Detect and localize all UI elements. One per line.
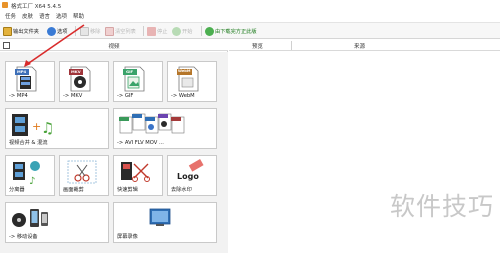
svg-text:+: + <box>32 120 41 133</box>
tile-to-mp4[interactable]: MP4 -> MP4 <box>5 61 55 102</box>
tile-crop[interactable]: 画面裁剪 <box>59 155 109 196</box>
menu-skin[interactable]: 皮肤 <box>22 12 33 20</box>
tile-video-merge[interactable]: + ♫ 视频合并 & 混流 <box>5 108 109 149</box>
toolbar-separator <box>201 26 202 36</box>
tile-label: -> MP4 <box>9 93 28 99</box>
tile-label: 画面裁剪 <box>63 187 84 193</box>
tile-label: 去除水印 <box>171 187 192 193</box>
panel-header: 视频 <box>0 40 228 51</box>
tile-label: 视频合并 & 混流 <box>9 140 48 146</box>
tile-label: 屏幕录像 <box>117 234 138 240</box>
panel-title: 视频 <box>108 44 120 50</box>
svg-text:♪: ♪ <box>29 176 35 187</box>
start-button[interactable]: 开始 <box>172 25 192 37</box>
menu-options[interactable]: 选项 <box>56 12 67 20</box>
clear-list-icon <box>105 26 114 36</box>
format-badge: MKV <box>71 69 81 74</box>
remove-button[interactable]: 移除 <box>80 25 100 37</box>
options-button[interactable]: 选项 <box>47 25 67 37</box>
function-grid: MP4 -> MP4 MKV -> MKV GIF -> GIF WebM ->… <box>0 52 228 253</box>
watermark-text: 软件技巧 <box>389 192 494 221</box>
tile-label: -> 移动设备 <box>9 234 38 240</box>
tile-label: 快速剪辑 <box>117 187 138 193</box>
tile-to-mkv[interactable]: MKV -> MKV <box>59 61 109 102</box>
column-source[interactable]: 来源 <box>354 42 365 50</box>
format-badge: WebM <box>178 69 191 73</box>
column-preview[interactable]: 预览 <box>252 42 263 50</box>
menu-help[interactable]: 帮助 <box>73 12 84 20</box>
format-badge: MP4 <box>17 69 27 74</box>
tile-to-webm[interactable]: WebM -> WebM <box>167 61 217 102</box>
output-folder-button[interactable]: 输出文件夹 <box>3 25 39 37</box>
title-bar: 格式工厂 X64 5.4.5 <box>0 0 500 11</box>
tile-label: -> GIF <box>117 93 134 99</box>
tile-label: -> AVI FLV MOV ... <box>117 140 164 146</box>
menu-language[interactable]: 语言 <box>39 12 50 20</box>
tile-remove-watermark[interactable]: Logo 去除水印 <box>167 155 217 196</box>
tile-to-gif[interactable]: GIF -> GIF <box>113 61 163 102</box>
toolbar-separator <box>75 26 76 36</box>
file-list-header: 预览 来源 <box>229 40 500 51</box>
play-icon <box>172 26 181 36</box>
app-logo-icon <box>2 2 8 8</box>
folder-icon <box>3 26 12 36</box>
toolbar: 输出文件夹 选项 移除 清空列表 停止 开始 由下载完方正此版 <box>0 22 500 39</box>
format-badge: GIF <box>126 69 134 74</box>
tile-to-avi-flv-mov[interactable]: -> AVI FLV MOV ... <box>113 108 217 149</box>
power-icon <box>205 26 214 36</box>
column-divider[interactable] <box>291 41 292 50</box>
auto-shutdown-button[interactable]: 由下载完方正此版 <box>205 25 257 37</box>
tile-label: -> WebM <box>171 93 195 99</box>
stop-button[interactable]: 停止 <box>147 25 167 37</box>
svg-text:♫: ♫ <box>41 119 54 137</box>
function-panel: 视频 MP4 -> MP4 MKV -> MKV GIF -> GIF WebM… <box>0 40 228 253</box>
svg-text:Logo: Logo <box>177 172 199 181</box>
gear-icon <box>47 26 56 36</box>
menu-task[interactable]: 任务 <box>5 12 16 20</box>
menu-bar: 任务 皮肤 语言 选项 帮助 <box>0 11 500 21</box>
tile-splitter[interactable]: ♪ 分离器 <box>5 155 55 196</box>
tile-screen-record[interactable]: 屏幕录像 <box>113 202 217 243</box>
tile-label: 分离器 <box>9 187 25 193</box>
clear-list-button[interactable]: 清空列表 <box>105 25 136 37</box>
remove-icon <box>80 26 89 36</box>
tile-quick-clip[interactable]: 快速剪辑 <box>113 155 163 196</box>
tile-mobile-device[interactable]: -> 移动设备 <box>5 202 109 243</box>
tile-label: -> MKV <box>63 93 83 99</box>
stop-icon <box>147 26 156 36</box>
toolbar-separator <box>143 26 144 36</box>
window-title: 格式工厂 X64 5.4.5 <box>11 4 62 10</box>
